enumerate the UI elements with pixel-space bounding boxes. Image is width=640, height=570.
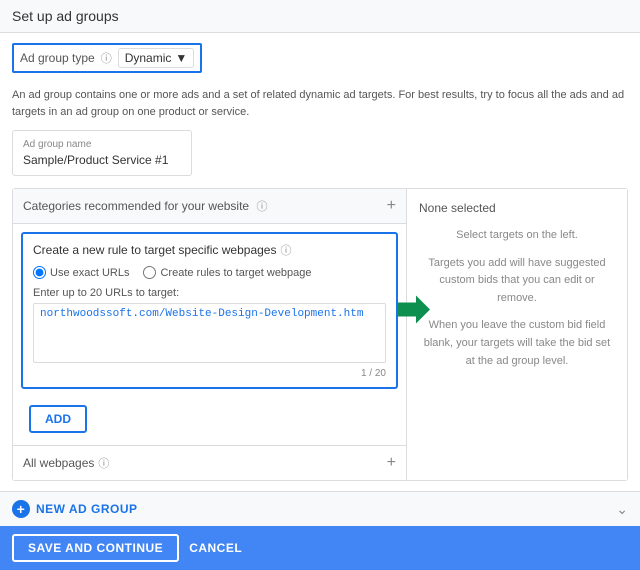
radio-create-rules-label: Create rules to target webpage bbox=[160, 267, 311, 279]
page-header: Set up ad groups bbox=[0, 0, 640, 33]
all-webpages-text: All webpages bbox=[23, 456, 94, 470]
all-webpages-row: All webpages ⓘ + bbox=[13, 445, 406, 480]
right-panel: None selected Select targets on the left… bbox=[407, 189, 627, 480]
all-webpages-plus-icon[interactable]: + bbox=[387, 454, 396, 472]
radio-exact-urls[interactable]: Use exact URLs bbox=[33, 266, 129, 279]
categories-header-title: Categories recommended for your website … bbox=[23, 198, 267, 214]
green-arrow bbox=[398, 295, 430, 326]
main-panels: Categories recommended for your website … bbox=[12, 188, 628, 481]
all-webpages-label: All webpages ⓘ bbox=[23, 455, 109, 471]
ad-group-name-section: Ad group name Sample/Product Service #1 bbox=[12, 130, 192, 176]
target-rule-title: Create a new rule to target specific web… bbox=[33, 242, 386, 258]
categories-help-icon[interactable]: ⓘ bbox=[256, 201, 267, 213]
save-and-continue-button[interactable]: SAVE AND CONTINUE bbox=[12, 534, 179, 562]
radio-create-rules-input[interactable] bbox=[143, 266, 156, 279]
circle-plus-icon: + bbox=[12, 500, 30, 518]
ad-group-type-label: Ad group type bbox=[20, 51, 95, 65]
page-title: Set up ad groups bbox=[12, 8, 119, 24]
ad-group-name-value: Sample/Product Service #1 bbox=[23, 153, 181, 167]
bottom-left: + NEW AD GROUP bbox=[12, 500, 138, 518]
new-ad-group-label: NEW AD GROUP bbox=[36, 502, 138, 516]
radio-exact-urls-input[interactable] bbox=[33, 266, 46, 279]
ad-group-type-value: Dynamic bbox=[125, 51, 172, 65]
ad-group-type-help-icon[interactable]: ⓘ bbox=[101, 50, 112, 66]
left-panel: Categories recommended for your website … bbox=[13, 189, 407, 480]
url-textarea[interactable]: northwoodssoft.com/Website-Design-Develo… bbox=[33, 303, 386, 363]
categories-header: Categories recommended for your website … bbox=[13, 189, 406, 224]
cancel-button[interactable]: CANCEL bbox=[189, 541, 242, 555]
ad-group-type-dropdown[interactable]: Dynamic ▼ bbox=[118, 48, 195, 68]
chevron-down-icon[interactable]: ⌄ bbox=[616, 501, 628, 518]
ad-group-type-row: Ad group type ⓘ Dynamic ▼ bbox=[12, 43, 202, 73]
radio-exact-urls-label: Use exact URLs bbox=[50, 267, 129, 279]
new-ad-group-button[interactable]: + NEW AD GROUP bbox=[12, 500, 138, 518]
right-panel-desc3: When you leave the custom bid field blan… bbox=[419, 317, 615, 370]
none-selected-text: None selected bbox=[419, 201, 615, 215]
categories-label: Categories recommended for your website bbox=[23, 199, 249, 213]
target-rule-label: Create a new rule to target specific web… bbox=[33, 243, 276, 257]
target-rule-box: Create a new rule to target specific web… bbox=[21, 232, 398, 389]
radio-row: Use exact URLs Create rules to target we… bbox=[33, 266, 386, 279]
url-label: Enter up to 20 URLs to target: bbox=[33, 287, 386, 299]
target-rule-help-icon[interactable]: ⓘ bbox=[280, 242, 291, 258]
categories-plus-icon[interactable]: + bbox=[387, 197, 396, 215]
url-count: 1 / 20 bbox=[33, 368, 386, 379]
right-panel-desc2: Targets you add will have suggested cust… bbox=[419, 255, 615, 308]
main-content: Ad group type ⓘ Dynamic ▼ An ad group co… bbox=[0, 33, 640, 491]
description-text: An ad group contains one or more ads and… bbox=[12, 87, 628, 120]
radio-create-rules[interactable]: Create rules to target webpage bbox=[143, 266, 311, 279]
right-panel-desc1: Select targets on the left. bbox=[419, 227, 615, 245]
ad-group-name-label: Ad group name bbox=[23, 139, 181, 150]
add-button[interactable]: ADD bbox=[29, 405, 87, 433]
dropdown-arrow-icon: ▼ bbox=[175, 51, 187, 65]
all-webpages-help-icon[interactable]: ⓘ bbox=[98, 455, 109, 471]
footer-bar: SAVE AND CONTINUE CANCEL bbox=[0, 526, 640, 570]
